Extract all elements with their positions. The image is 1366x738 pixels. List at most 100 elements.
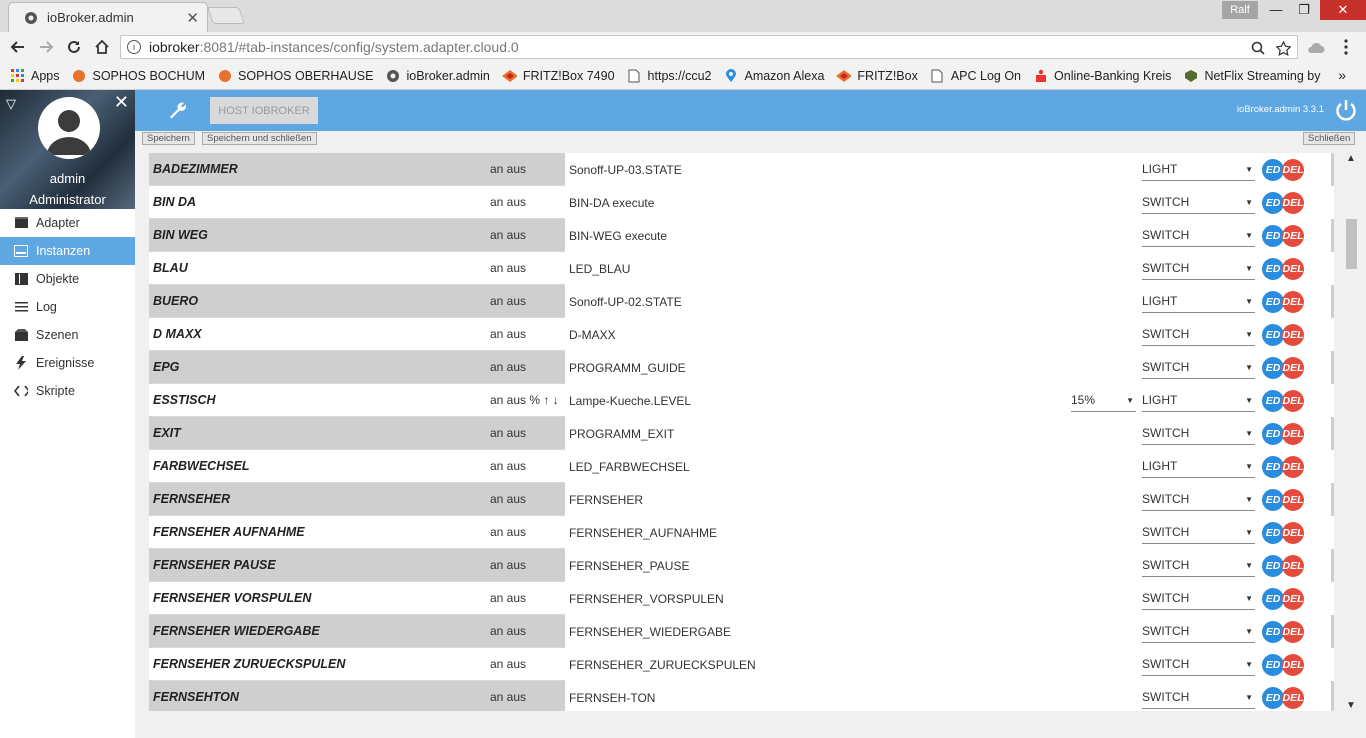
edit-button[interactable]: ED <box>1262 489 1284 511</box>
delete-button[interactable]: DEL <box>1282 159 1304 181</box>
type-select[interactable]: SWITCH ▼ <box>1142 489 1255 511</box>
delete-button[interactable]: DEL <box>1282 588 1304 610</box>
bookmarks-more-icon[interactable]: » <box>1338 67 1346 83</box>
power-icon[interactable] <box>1334 98 1358 122</box>
edit-button[interactable]: ED <box>1262 654 1284 676</box>
edit-button[interactable]: ED <box>1262 225 1284 247</box>
delete-button[interactable]: DEL <box>1282 522 1304 544</box>
close-icon[interactable]: ✕ <box>186 9 199 27</box>
percent-select[interactable]: 15% ▼ <box>1071 390 1136 412</box>
state-id[interactable]: BIN-DA execute <box>569 196 654 210</box>
browser-tab[interactable]: ioBroker.admin ✕ <box>8 2 208 32</box>
delete-button[interactable]: DEL <box>1282 555 1304 577</box>
maximize-button[interactable]: ❐ <box>1290 0 1318 20</box>
bookmark-netflix[interactable]: NetFlix Streaming by <box>1183 68 1320 83</box>
type-select[interactable]: SWITCH ▼ <box>1142 687 1255 709</box>
sidebar-item-adapter[interactable]: Adapter <box>0 209 135 237</box>
bookmark-iobroker-admin[interactable]: ioBroker.admin <box>385 68 490 83</box>
state-id[interactable]: BIN-WEG execute <box>569 229 667 243</box>
state-id[interactable]: LED_BLAU <box>569 262 630 276</box>
delete-button[interactable]: DEL <box>1282 489 1304 511</box>
bookmark-sophos-oberhausen[interactable]: SOPHOS OBERHAUSE <box>217 68 373 83</box>
state-id[interactable]: PROGRAMM_EXIT <box>569 427 674 441</box>
state-id[interactable]: PROGRAMM_GUIDE <box>569 361 686 375</box>
save-button[interactable]: Speichern <box>142 132 195 145</box>
bookmark-apc-log-on[interactable]: APC Log On <box>930 68 1021 83</box>
wrench-icon[interactable] <box>168 100 190 120</box>
window-close-button[interactable]: ✕ <box>1320 0 1366 20</box>
state-id[interactable]: D-MAXX <box>569 328 616 342</box>
type-select[interactable]: SWITCH ▼ <box>1142 192 1255 214</box>
type-select[interactable]: SWITCH ▼ <box>1142 654 1255 676</box>
profile-button[interactable]: Ralf <box>1222 1 1258 19</box>
type-select[interactable]: SWITCH ▼ <box>1142 555 1255 577</box>
cloud-icon[interactable] <box>1306 37 1326 57</box>
host-button[interactable]: HOST IOBROKER <box>210 97 318 124</box>
type-select[interactable]: LIGHT ▼ <box>1142 456 1255 478</box>
type-select[interactable]: SWITCH ▼ <box>1142 423 1255 445</box>
edit-button[interactable]: ED <box>1262 258 1284 280</box>
delete-button[interactable]: DEL <box>1282 423 1304 445</box>
sidebar-item-objekte[interactable]: Objekte <box>0 265 135 293</box>
bookmark-fritzbox-7490[interactable]: FRITZ!Box 7490 <box>501 68 615 83</box>
menu-dots-icon[interactable] <box>1336 37 1356 57</box>
delete-button[interactable]: DEL <box>1282 654 1304 676</box>
type-select[interactable]: SWITCH ▼ <box>1142 258 1255 280</box>
type-select[interactable]: SWITCH ▼ <box>1142 588 1255 610</box>
edit-button[interactable]: ED <box>1262 192 1284 214</box>
delete-button[interactable]: DEL <box>1282 225 1304 247</box>
edit-button[interactable]: ED <box>1262 456 1284 478</box>
delete-button[interactable]: DEL <box>1282 192 1304 214</box>
edit-button[interactable]: ED <box>1262 390 1284 412</box>
sidebar-close-icon[interactable]: ✕ <box>114 92 129 113</box>
scroll-up-icon[interactable]: ▲ <box>1346 153 1356 164</box>
scrollbar-thumb[interactable] <box>1346 219 1357 269</box>
state-id[interactable]: FERNSEHER_PAUSE <box>569 559 689 573</box>
edit-button[interactable]: ED <box>1262 588 1284 610</box>
delete-button[interactable]: DEL <box>1282 687 1304 709</box>
state-id[interactable]: Lampe-Kueche.LEVEL <box>569 394 691 408</box>
sidebar-item-szenen[interactable]: Szenen <box>0 321 135 349</box>
sidebar-toggle-icon[interactable]: ▽ <box>6 96 16 112</box>
edit-button[interactable]: ED <box>1262 357 1284 379</box>
edit-button[interactable]: ED <box>1262 555 1284 577</box>
star-icon[interactable] <box>1274 39 1292 57</box>
reload-icon[interactable] <box>64 37 84 57</box>
type-select[interactable]: LIGHT ▼ <box>1142 390 1255 412</box>
edit-button[interactable]: ED <box>1262 621 1284 643</box>
scroll-down-icon[interactable]: ▼ <box>1346 700 1356 711</box>
sidebar-item-log[interactable]: Log <box>0 293 135 321</box>
delete-button[interactable]: DEL <box>1282 324 1304 346</box>
bookmark-sophos-bochum[interactable]: SOPHOS BOCHUM <box>72 68 205 83</box>
state-id[interactable]: FERNSEHER_ZURUECKSPULEN <box>569 658 756 672</box>
state-id[interactable]: LED_FARBWECHSEL <box>569 460 690 474</box>
sidebar-item-instanzen[interactable]: Instanzen <box>0 237 135 265</box>
bookmark-apps[interactable]: Apps <box>10 68 60 83</box>
state-id[interactable]: Sonoff-UP-03.STATE <box>569 163 682 177</box>
state-id[interactable]: FERNSEHER_VORSPULEN <box>569 592 724 606</box>
delete-button[interactable]: DEL <box>1282 357 1304 379</box>
edit-button[interactable]: ED <box>1262 423 1284 445</box>
bookmark-online-banking[interactable]: Online-Banking Kreis <box>1033 68 1171 83</box>
home-icon[interactable] <box>92 37 112 57</box>
close-button[interactable]: Schließen <box>1303 132 1356 145</box>
minimize-button[interactable]: — <box>1262 0 1290 20</box>
zoom-icon[interactable] <box>1249 39 1267 57</box>
bookmark-fritzbox[interactable]: FRITZ!Box <box>836 68 918 83</box>
state-id[interactable]: FERNSEHER_WIEDERGABE <box>569 625 731 639</box>
type-select[interactable]: LIGHT ▼ <box>1142 291 1255 313</box>
type-select[interactable]: SWITCH ▼ <box>1142 522 1255 544</box>
address-bar[interactable]: i iobroker:8081/#tab-instances/config/sy… <box>120 35 1298 59</box>
new-tab-button[interactable] <box>206 7 246 24</box>
bookmark-ccu2[interactable]: https://ccu2 <box>627 68 711 83</box>
back-icon[interactable] <box>8 37 28 57</box>
edit-button[interactable]: ED <box>1262 522 1284 544</box>
forward-icon[interactable] <box>36 37 56 57</box>
sidebar-item-skripte[interactable]: Skripte <box>0 377 135 405</box>
state-id[interactable]: Sonoff-UP-02.STATE <box>569 295 682 309</box>
type-select[interactable]: SWITCH ▼ <box>1142 225 1255 247</box>
delete-button[interactable]: DEL <box>1282 456 1304 478</box>
type-select[interactable]: SWITCH ▼ <box>1142 621 1255 643</box>
edit-button[interactable]: ED <box>1262 291 1284 313</box>
edit-button[interactable]: ED <box>1262 159 1284 181</box>
